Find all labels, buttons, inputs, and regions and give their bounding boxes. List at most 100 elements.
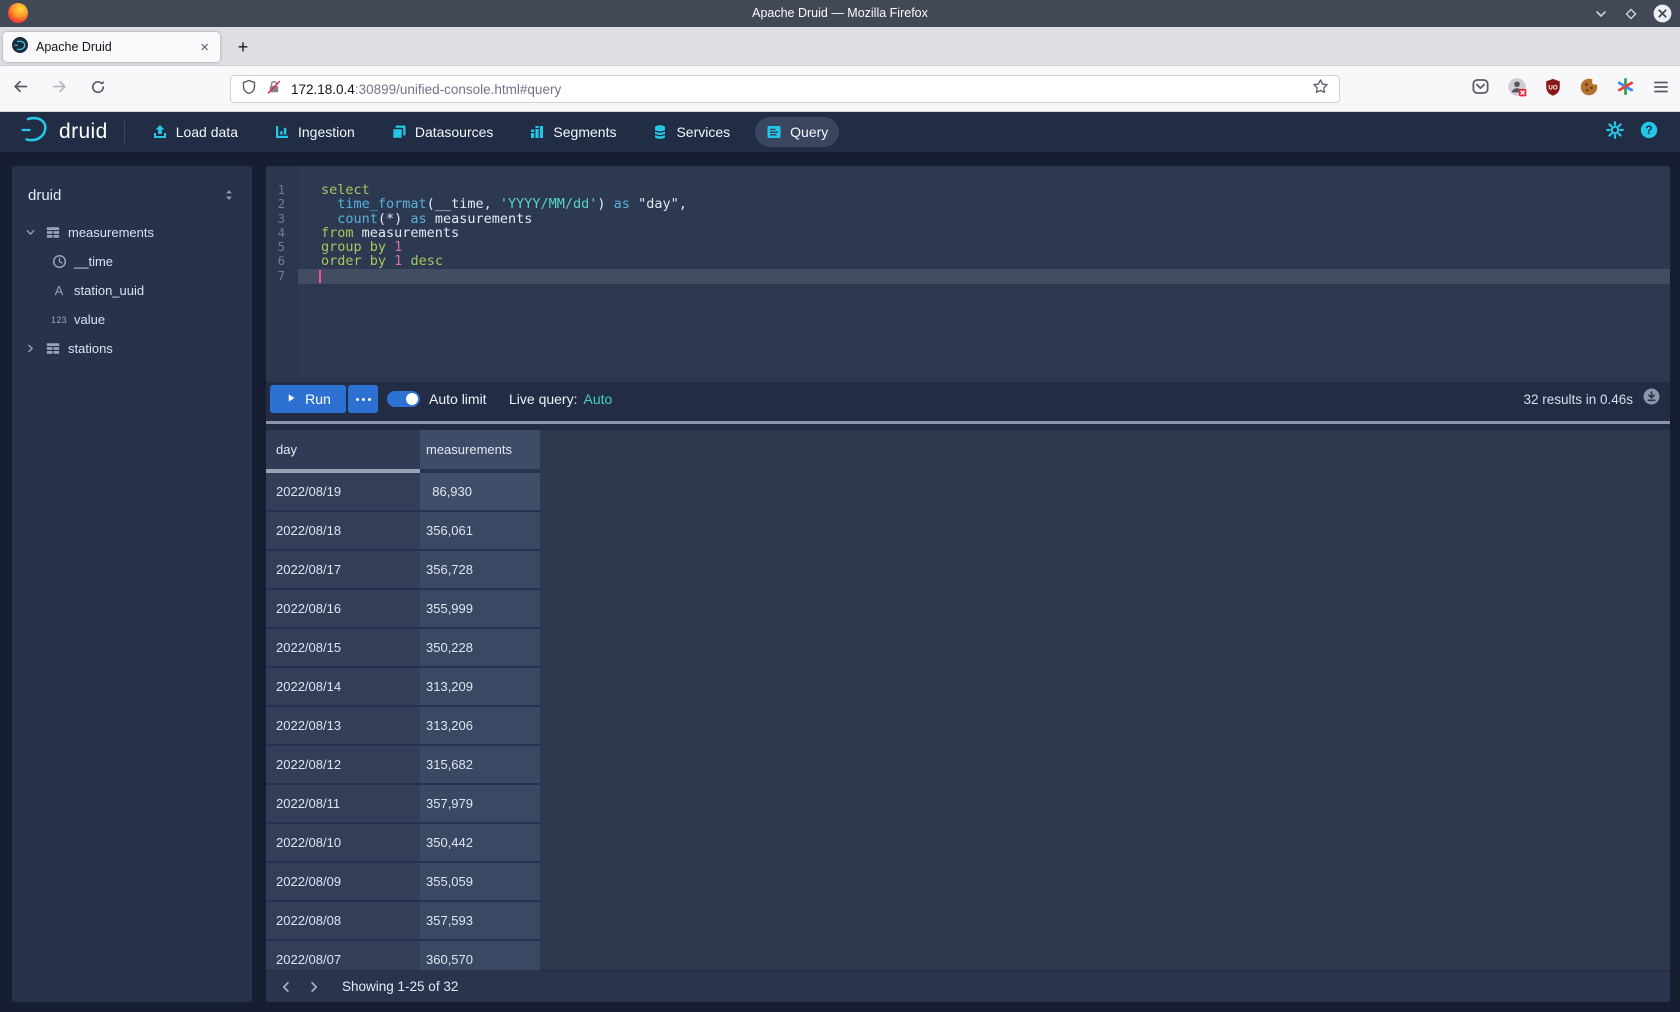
nav-item-label: Services [676,124,730,140]
cell-measurements[interactable]: 313,209 [420,668,540,705]
nav-item-datasources[interactable]: Datasources [380,117,505,147]
cell-measurements[interactable]: 357,979 [420,785,540,822]
cell-measurements[interactable]: 356,061 [420,512,540,549]
cell-day[interactable]: 2022/08/13 [266,707,420,744]
table-row: 2022/08/12315,682 [266,746,1670,785]
privacy-extension-icon[interactable] [1507,77,1527,102]
panel-resize-splitter[interactable] [266,421,1670,424]
tree-item--time[interactable]: __time [12,247,252,276]
cell-measurements[interactable]: 357,593 [420,902,540,939]
column-header-day[interactable]: day [266,430,420,469]
run-button[interactable]: Run [270,385,346,413]
auto-limit-toggle[interactable] [387,391,420,407]
cell-measurements[interactable]: 350,228 [420,629,540,666]
druid-navbar: druid Load data Ingestion Datasources Segme… [0,112,1680,152]
new-tab-button[interactable]: + [230,35,256,60]
cell-day[interactable]: 2022/08/18 [266,512,420,549]
next-page-icon[interactable] [306,979,322,995]
window-maximize-icon[interactable] [1623,6,1639,22]
window-minimize-icon[interactable] [1593,6,1609,22]
nav-item-load-data[interactable]: Load data [141,117,249,147]
tracking-protection-shield-icon[interactable] [241,79,257,100]
window-titlebar: Apache Druid — Mozilla Firefox [0,0,1680,27]
url-bar[interactable]: 172.18.0.4:30899/unified-console.html#qu… [230,75,1340,103]
cell-day[interactable]: 2022/08/17 [266,551,420,588]
sort-double-caret-icon[interactable] [222,188,236,202]
url-host: 172.18.0.4 [291,82,355,97]
sql-editor[interactable]: 1234567 select time_format(__time, 'YYYY… [266,166,1670,382]
nav-item-query[interactable]: Query [755,117,839,147]
cell-measurements[interactable]: 313,206 [420,707,540,744]
cell-measurements[interactable]: 355,999 [420,590,540,627]
cell-day[interactable]: 2022/08/12 [266,746,420,783]
prev-page-icon[interactable] [278,979,294,995]
window-close-icon[interactable] [1653,4,1672,23]
download-results-icon[interactable] [1643,388,1660,410]
datasources-icon [391,124,407,140]
browser-tab[interactable]: Apache Druid × [3,32,220,62]
url-text[interactable]: 172.18.0.4:30899/unified-console.html#qu… [291,82,1303,97]
cell-day[interactable]: 2022/08/19 [266,473,420,510]
tree-item-measurements[interactable]: measurements [12,218,252,247]
druid-brand[interactable]: druid [18,114,108,151]
table-row: 2022/08/17356,728 [266,551,1670,590]
cookie-extension-icon[interactable] [1579,77,1599,102]
gutter-line-number: 6 [266,254,298,268]
code-line-1: select [298,183,1670,197]
schema-title: druid [28,187,61,204]
load-data-icon [152,124,168,140]
toggle-knob [406,393,418,405]
bookmark-star-icon[interactable] [1312,78,1329,100]
pocket-icon[interactable] [1471,77,1490,101]
ingestion-icon [274,124,290,140]
run-button-label: Run [305,391,331,407]
num-123-icon: 123 [50,315,68,325]
editor-cursor [319,270,321,283]
cell-day[interactable]: 2022/08/16 [266,590,420,627]
tree-item-stations[interactable]: stations [12,334,252,363]
insecure-lock-icon[interactable] [266,79,282,100]
cell-measurements[interactable]: 315,682 [420,746,540,783]
cell-day[interactable]: 2022/08/15 [266,629,420,666]
live-query-control[interactable]: Live query:Auto [509,385,612,413]
nav-item-label: Load data [176,124,238,140]
cell-measurements[interactable]: 356,728 [420,551,540,588]
showing-range-label: Showing 1-25 of 32 [342,979,458,994]
reload-icon[interactable] [90,79,106,100]
schema-sidebar: druid measurements__timeAstation_uuid123… [12,166,252,1002]
nav-item-ingestion[interactable]: Ingestion [263,117,366,147]
tree-item-label: value [74,312,105,327]
menu-hamburger-icon[interactable] [1652,78,1670,101]
column-header-measurements[interactable]: measurements [420,430,540,469]
colorful-asterisk-extension-icon[interactable] [1616,77,1635,101]
svg-text:UO: UO [1548,84,1557,91]
chevron-down-icon[interactable] [22,227,38,238]
tree-item-value[interactable]: 123 value [12,305,252,334]
cell-measurements[interactable]: 350,442 [420,824,540,861]
cell-measurements[interactable]: 86,930 [420,473,540,510]
nav-item-services[interactable]: Services [641,117,741,147]
cell-day[interactable]: 2022/08/14 [266,668,420,705]
results-table: day measurements 2022/08/1986,9302022/08… [266,430,1670,1002]
back-icon[interactable] [12,78,29,100]
cell-day[interactable]: 2022/08/10 [266,824,420,861]
cell-day[interactable]: 2022/08/09 [266,863,420,900]
nav-item-segments[interactable]: Segments [518,117,627,147]
play-icon [285,391,297,407]
tree-item-station-uuid[interactable]: Astation_uuid [12,276,252,305]
window-title: Apache Druid — Mozilla Firefox [0,0,1680,27]
nav-item-label: Ingestion [298,124,355,140]
tab-close-icon[interactable]: × [198,40,211,55]
ublock-origin-icon[interactable]: UO [1544,78,1562,101]
cell-day[interactable]: 2022/08/11 [266,785,420,822]
cell-measurements[interactable]: 355,059 [420,863,540,900]
help-icon[interactable]: ? [1640,121,1658,144]
live-query-value[interactable]: Auto [583,391,612,407]
run-more-button[interactable] [348,385,378,413]
forward-icon[interactable] [51,78,68,100]
cell-day[interactable]: 2022/08/08 [266,902,420,939]
auto-limit-label: Auto limit [429,385,487,413]
code-line-5: group by 1 [298,240,1670,254]
chevron-right-icon[interactable] [22,343,38,354]
settings-gear-icon[interactable] [1606,121,1624,144]
